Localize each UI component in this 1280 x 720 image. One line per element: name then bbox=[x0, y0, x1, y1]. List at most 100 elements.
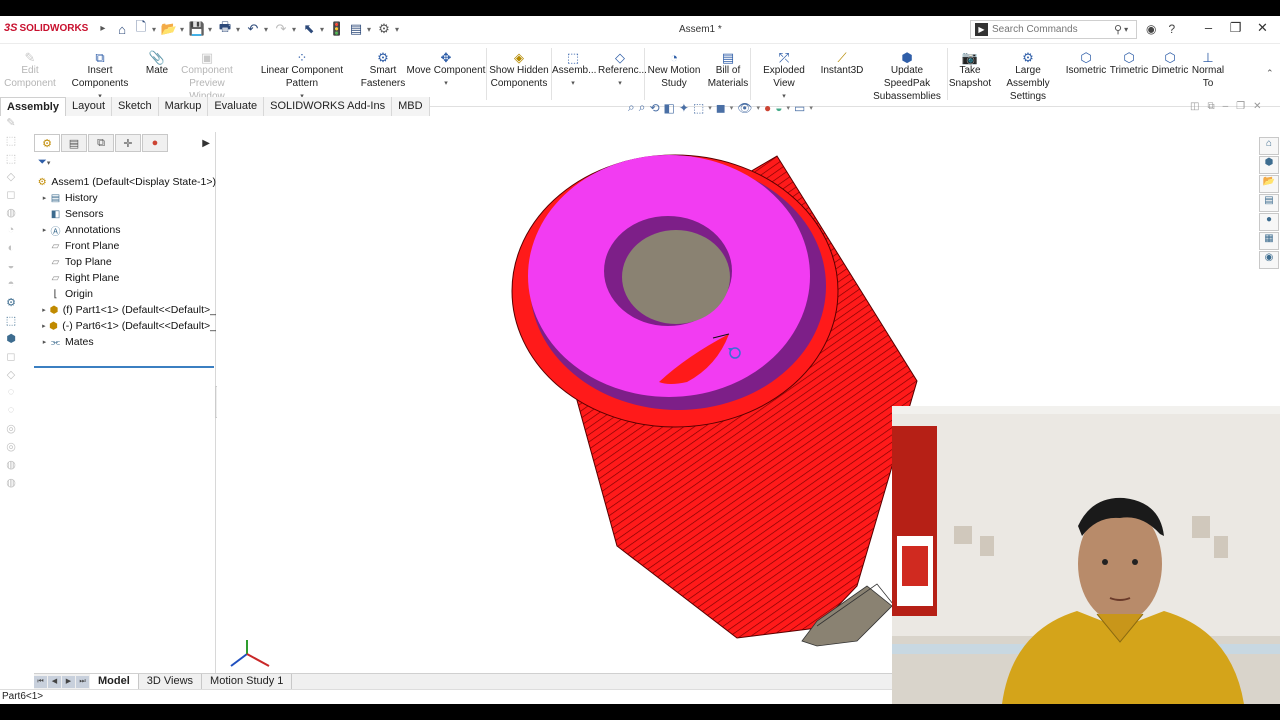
tree-item-front-plane[interactable]: ▱ Front Plane bbox=[34, 238, 216, 254]
update-speedpak-button[interactable]: ⬢ Update SpeedPak Subassemblies bbox=[868, 46, 946, 103]
forum-icon[interactable]: ◉ bbox=[1259, 251, 1279, 269]
last-tab-icon[interactable]: ⏭ bbox=[76, 675, 89, 688]
next-tab-icon[interactable]: ▶ bbox=[62, 675, 75, 688]
tool-icon[interactable]: ◍ bbox=[0, 458, 22, 476]
file-properties-icon[interactable]: ▤ bbox=[348, 21, 364, 37]
display-manager-icon[interactable]: ● bbox=[142, 134, 168, 152]
tree-item-part6[interactable]: ▸ ⬢ (-) Part6<1> (Default<<Default>_ bbox=[34, 318, 216, 334]
viewport-restore-icon[interactable]: ❐ bbox=[1236, 101, 1245, 112]
appearances-icon[interactable]: ● bbox=[1259, 213, 1279, 231]
search-dropdown-icon[interactable]: ▾ bbox=[1124, 25, 1128, 34]
isometric-button[interactable]: ⬡ Isometric bbox=[1064, 46, 1108, 77]
tab-markup[interactable]: Markup bbox=[158, 97, 209, 116]
trimetric-button[interactable]: ⬡ Trimetric bbox=[1108, 46, 1150, 77]
help-icon[interactable]: ? bbox=[1168, 22, 1175, 36]
tool-icon[interactable]: ◇ bbox=[0, 368, 22, 386]
tool-icon[interactable]: ◻ bbox=[0, 188, 22, 206]
tool-icon[interactable]: ◐ bbox=[0, 242, 22, 260]
tree-item-annotations[interactable]: ▸ Ⓐ Annotations bbox=[34, 222, 216, 238]
featuremanager-tree-icon[interactable]: ⚙ bbox=[34, 134, 60, 152]
undo-icon[interactable]: ↶ bbox=[245, 21, 261, 37]
mate-button[interactable]: 📎 Mate bbox=[144, 46, 170, 77]
new-motion-study-button[interactable]: ◔ New Motion Study bbox=[646, 46, 702, 90]
select-dropdown-icon[interactable]: ▾ bbox=[320, 25, 326, 34]
expand-icon[interactable]: ▸ bbox=[40, 194, 49, 202]
section-view-icon[interactable]: ◧ bbox=[664, 101, 675, 115]
select-icon[interactable]: ⬉ bbox=[301, 21, 317, 37]
tab-sketch[interactable]: Sketch bbox=[112, 97, 159, 116]
expand-icon[interactable]: ▸ bbox=[40, 322, 48, 330]
tool-icon[interactable]: ◻ bbox=[0, 350, 22, 368]
tab-assembly[interactable]: Assembly bbox=[0, 97, 66, 116]
show-hidden-components-button[interactable]: ◈ Show Hidden Components bbox=[488, 46, 550, 90]
configuration-manager-icon[interactable]: ⧉ bbox=[88, 134, 114, 152]
close-icon[interactable]: ✕ bbox=[1249, 20, 1276, 36]
tree-item-origin[interactable]: ⌊ Origin bbox=[34, 286, 216, 302]
tree-item-sensors[interactable]: ◧ Sensors bbox=[34, 206, 216, 222]
minimize-icon[interactable]: – bbox=[1195, 20, 1222, 36]
tabs-next-icon[interactable]: ▶ bbox=[202, 138, 210, 149]
tree-root[interactable]: ⚙ Assem1 (Default<Display State-1>) bbox=[34, 174, 216, 190]
expand-icon[interactable]: ▸ bbox=[40, 306, 48, 314]
viewport-popout-icon[interactable]: ⧉ bbox=[1207, 101, 1214, 112]
tool-icon[interactable]: ◔ bbox=[0, 224, 22, 242]
save-icon[interactable]: 💾 bbox=[189, 21, 205, 37]
solidworks-resources-icon[interactable]: ⌂ bbox=[1259, 137, 1279, 155]
redo-icon[interactable]: ↷ bbox=[273, 21, 289, 37]
search-commands-input[interactable] bbox=[992, 24, 1112, 35]
new-icon[interactable]: 🗋 bbox=[133, 19, 149, 37]
first-tab-icon[interactable]: ⏮ bbox=[34, 675, 47, 688]
save-dropdown-icon[interactable]: ▾ bbox=[208, 25, 214, 34]
solidworks-logo[interactable]: 3S SOLIDWORKS ▸ bbox=[4, 22, 105, 34]
tool-icon[interactable]: ✎ bbox=[0, 116, 22, 134]
tree-item-part1[interactable]: ▸ ⬢ (f) Part1<1> (Default<<Default>_ bbox=[34, 302, 216, 318]
tool-icon[interactable]: ⬚ bbox=[0, 152, 22, 170]
user-icon[interactable]: ◉ bbox=[1146, 22, 1156, 36]
tool-icon[interactable]: ◎ bbox=[0, 422, 22, 440]
normal-to-button[interactable]: ⊥ Normal To bbox=[1190, 46, 1226, 90]
tree-item-top-plane[interactable]: ▱ Top Plane bbox=[34, 254, 216, 270]
tree-item-history[interactable]: ▸ ▤ History bbox=[34, 190, 216, 206]
tab-layout[interactable]: Layout bbox=[65, 97, 113, 116]
file-properties-dropdown-icon[interactable]: ▾ bbox=[367, 25, 373, 34]
tab-evaluate[interactable]: Evaluate bbox=[208, 97, 265, 116]
zoom-to-area-icon[interactable]: ⌕ bbox=[639, 100, 646, 115]
tool-icon[interactable]: ◎ bbox=[0, 440, 22, 458]
redo-dropdown-icon[interactable]: ▾ bbox=[292, 25, 298, 34]
tab-motion-study-1[interactable]: Motion Study 1 bbox=[202, 673, 293, 690]
view-palette-icon[interactable]: ▤ bbox=[1259, 194, 1279, 212]
tool-icon[interactable]: ◒ bbox=[0, 260, 22, 278]
tool-icon[interactable]: ⬚ bbox=[0, 314, 22, 332]
move-component-dropdown-icon[interactable]: ▾ bbox=[406, 77, 486, 90]
options-icon[interactable]: ⚙ bbox=[376, 21, 392, 37]
reference-geometry-button[interactable]: ◇ Referenc... ▾ bbox=[598, 46, 647, 90]
edit-component-button[interactable]: ✎ Edit Component bbox=[4, 46, 56, 90]
tab-model[interactable]: Model bbox=[90, 673, 139, 690]
dimetric-button[interactable]: ⬡ Dimetric bbox=[1150, 46, 1190, 77]
zoom-to-fit-icon[interactable]: ⌕ bbox=[628, 100, 635, 115]
viewport-minimize-icon[interactable]: – bbox=[1223, 101, 1229, 112]
tree-item-mates[interactable]: ▸ ⫘ Mates bbox=[34, 334, 216, 350]
view-orientation-icon[interactable]: ⬚ bbox=[693, 101, 704, 115]
exploded-view-button[interactable]: ⤱ Exploded View ▾ bbox=[752, 46, 816, 103]
custom-properties-icon[interactable]: ▦ bbox=[1259, 232, 1279, 250]
open-dropdown-icon[interactable]: ▾ bbox=[180, 25, 186, 34]
tool-icon[interactable]: ◇ bbox=[0, 170, 22, 188]
design-library-icon[interactable]: ⬢ bbox=[1259, 156, 1279, 174]
tool-icon[interactable]: ◍ bbox=[0, 206, 22, 224]
dynamic-annotation-icon[interactable]: ✦ bbox=[679, 101, 689, 115]
file-explorer-icon[interactable]: 📂 bbox=[1259, 175, 1279, 193]
menu-expand-icon[interactable]: ▸ bbox=[100, 23, 105, 34]
display-style-icon[interactable]: ◼ bbox=[716, 101, 726, 115]
reference-geometry-dropdown-icon[interactable]: ▾ bbox=[598, 77, 642, 90]
open-icon[interactable]: 📂 bbox=[161, 21, 177, 37]
linear-pattern-button[interactable]: ⁘ Linear Component Pattern ▾ bbox=[246, 46, 358, 103]
view-settings-icon[interactable]: ▭ bbox=[794, 101, 805, 115]
insert-components-button[interactable]: ⧉ Insert Components ▾ bbox=[58, 46, 142, 103]
print-icon[interactable]: 🖶 bbox=[217, 19, 233, 37]
tool-icon[interactable]: ◍ bbox=[0, 476, 22, 494]
tree-item-right-plane[interactable]: ▱ Right Plane bbox=[34, 270, 216, 286]
property-manager-icon[interactable]: ▤ bbox=[61, 134, 87, 152]
ribbon-collapse-icon[interactable]: ⌃ bbox=[1266, 68, 1274, 79]
take-snapshot-button[interactable]: 📷 Take Snapshot bbox=[948, 46, 992, 90]
